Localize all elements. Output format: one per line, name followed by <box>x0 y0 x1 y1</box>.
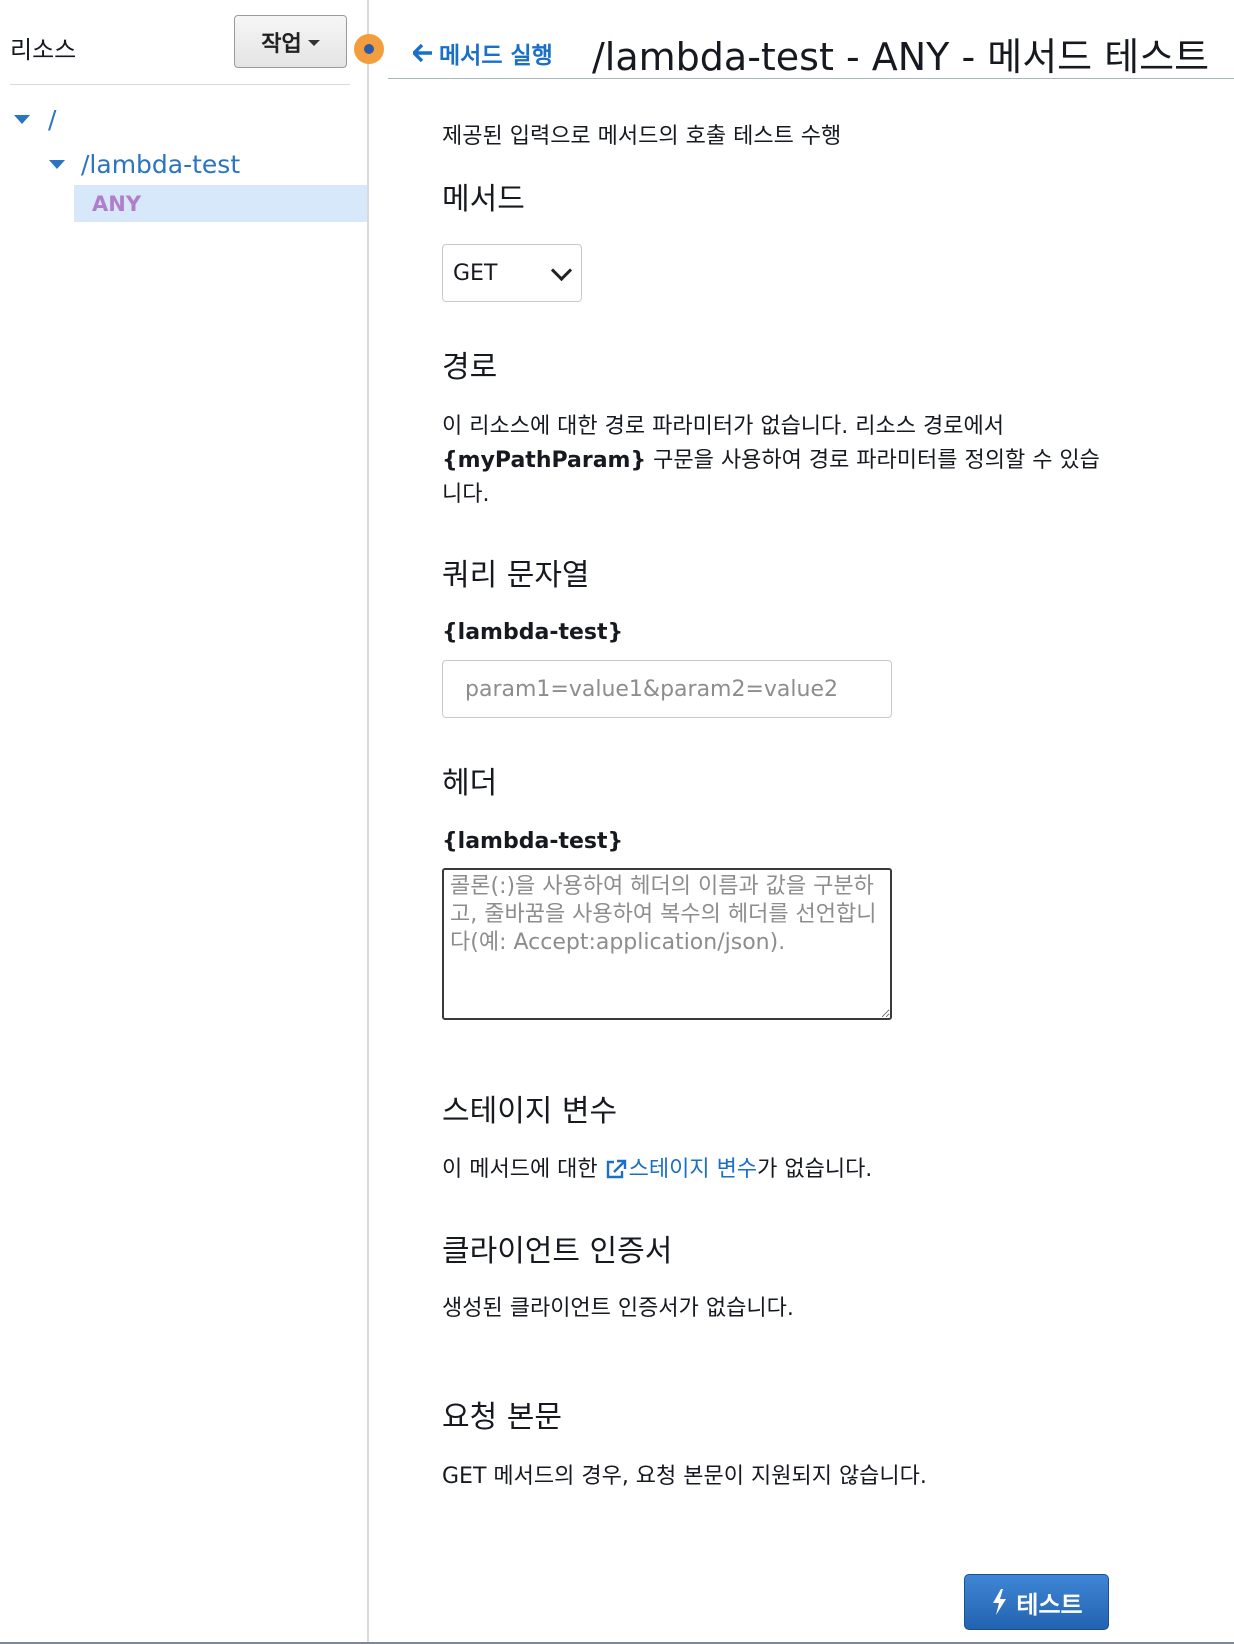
stage-variables-link[interactable]: 스테이지 변수 <box>605 1157 757 1182</box>
page-title: /lambda-test - ANY - 메서드 테스트 <box>592 35 1210 79</box>
stage-vars-desc-suffix: 가 없습니다. <box>757 1157 873 1182</box>
path-heading: 경로 <box>442 350 498 385</box>
client-certificate-description: 생성된 클라이언트 인증서가 없습니다. <box>442 1296 794 1321</box>
method-select[interactable]: GET <box>442 244 582 302</box>
headers-heading: 헤더 <box>442 766 498 801</box>
lightning-bolt-icon <box>993 1589 1007 1615</box>
headers-label: {lambda-test} <box>442 829 624 854</box>
expand-triangle-icon[interactable] <box>49 160 65 169</box>
handle-dot-icon <box>364 44 374 54</box>
actions-label: 작업 <box>261 31 302 57</box>
path-description: 이 리소스에 대한 경로 파라미터가 없습니다. 리소스 경로에서 {myPat… <box>442 410 1102 512</box>
tree-item-any-method[interactable]: ANY <box>74 185 368 222</box>
intro-text: 제공된 입력으로 메서드의 호출 테스트 수행 <box>442 124 842 149</box>
tree-label-root: / <box>48 105 57 134</box>
panel-divider <box>367 0 369 1644</box>
tree-label-lambda-test: /lambda-test <box>81 150 241 179</box>
client-certificate-heading: 클라이언트 인증서 <box>442 1234 673 1269</box>
page-header: 메서드 실행 /lambda-test - ANY - 메서드 테스트 <box>388 20 1234 80</box>
request-body-heading: 요청 본문 <box>442 1400 562 1435</box>
stage-variables-heading: 스테이지 변수 <box>442 1094 618 1129</box>
query-string-heading: 쿼리 문자열 <box>442 558 590 593</box>
query-string-input[interactable] <box>442 660 892 718</box>
arrow-left-icon <box>413 44 432 62</box>
method-select-value: GET <box>453 260 498 286</box>
tree-item-lambda-test[interactable]: /lambda-test <box>49 150 240 179</box>
expand-triangle-icon[interactable] <box>14 115 30 124</box>
resources-title: 리소스 <box>10 36 77 64</box>
caret-down-icon <box>307 39 320 46</box>
back-link-label: 메서드 실행 <box>439 43 553 69</box>
panel-resize-handle[interactable] <box>354 34 384 64</box>
actions-dropdown-button[interactable]: 작업 <box>234 15 347 68</box>
method-heading: 메서드 <box>442 182 525 217</box>
stage-variables-description: 이 메서드에 대한 스테이지 변수가 없습니다. <box>442 1153 1102 1187</box>
path-desc-prefix: 이 리소스에 대한 경로 파라미터가 없습니다. 리소스 경로에서 <box>442 414 1004 439</box>
chevron-down-icon <box>550 259 573 281</box>
test-button[interactable]: 테스트 <box>964 1574 1109 1630</box>
header-divider <box>388 78 1234 79</box>
path-param-syntax: {myPathParam} <box>442 448 647 473</box>
sidebar-divider <box>10 84 350 85</box>
method-label-any: ANY <box>92 191 142 216</box>
resources-panel: 리소스 작업 / /lambda-test ANY <box>0 0 368 1644</box>
request-body-description: GET 메서드의 경우, 요청 본문이 지원되지 않습니다. <box>442 1464 927 1489</box>
test-button-label: 테스트 <box>1016 1590 1083 1619</box>
tree-item-root[interactable]: / <box>14 105 56 134</box>
query-string-label: {lambda-test} <box>442 620 624 645</box>
stage-vars-desc-prefix: 이 메서드에 대한 <box>442 1157 598 1182</box>
stage-variables-link-label: 스테이지 변수 <box>628 1157 758 1182</box>
headers-textarea[interactable] <box>442 868 892 1020</box>
back-to-method-execution-link[interactable]: 메서드 실행 <box>413 36 553 70</box>
external-link-icon <box>606 1159 626 1179</box>
